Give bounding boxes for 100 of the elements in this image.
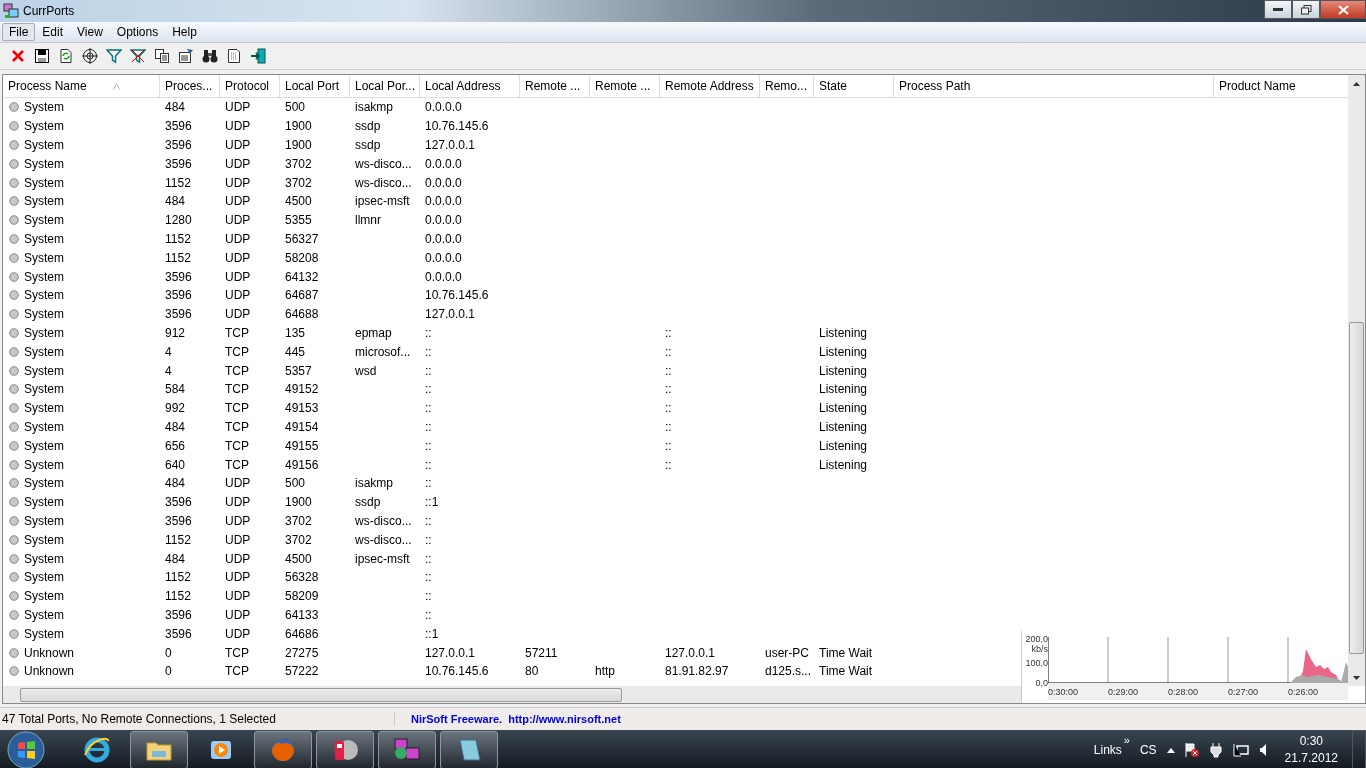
table-cell: System <box>24 401 64 416</box>
menu-item[interactable]: View <box>70 23 110 41</box>
table-cell: 49154 <box>285 419 319 434</box>
menu-item[interactable]: Help <box>165 23 204 41</box>
column-header[interactable]: Local Port <box>280 75 350 97</box>
table-cell: UDP <box>225 156 251 171</box>
table-cell: ws-disco... <box>355 513 412 528</box>
table-cell: 0.0.0.0 <box>425 213 462 228</box>
table-cell: http <box>595 664 615 679</box>
table-cell: 4 <box>165 363 172 378</box>
table-cell: 81.91.82.97 <box>665 664 729 679</box>
column-header[interactable]: Local Por... <box>350 75 420 97</box>
clock-date[interactable]: 21.7.2012 <box>1284 750 1338 767</box>
links-toolbar[interactable]: Links <box>1093 743 1122 757</box>
column-header[interactable]: Remote ... <box>520 75 590 97</box>
column-header[interactable]: Protocol <box>220 75 280 97</box>
table-cell: 10.76.145.6 <box>425 664 489 679</box>
table-cell: 3596 <box>165 288 192 303</box>
table-cell: 5357 <box>285 363 312 378</box>
table-cell: 10.76.145.6 <box>425 119 489 134</box>
column-header[interactable]: Remote ... <box>590 75 660 97</box>
table-cell: 4500 <box>285 551 312 566</box>
table-cell: ws-disco... <box>355 532 412 547</box>
table-cell: Unknown <box>24 664 75 679</box>
table-cell: System <box>24 570 64 585</box>
table-cell: UDP <box>225 513 251 528</box>
table-cell: System <box>24 231 64 246</box>
table-cell: ws-disco... <box>355 175 412 190</box>
table-cell: 1152 <box>165 570 191 585</box>
table-cell: 3702 <box>285 513 312 528</box>
table-cell: TCP <box>225 363 249 378</box>
table-cell: :: <box>665 344 672 359</box>
menu-item[interactable]: Edit <box>35 23 71 41</box>
column-header[interactable]: State <box>814 75 894 97</box>
table-cell: UDP <box>225 532 251 547</box>
table-cell: UDP <box>225 288 251 303</box>
table-cell: Listening <box>819 363 868 378</box>
table-cell: System <box>24 363 64 378</box>
column-header[interactable]: Local Address <box>420 75 520 97</box>
table-cell: 3702 <box>285 175 312 190</box>
table-cell: System <box>24 194 64 209</box>
clock-time[interactable]: 0:30 <box>1299 733 1323 750</box>
table-cell: :: <box>665 419 672 434</box>
axis-label: 0:28:00 <box>1168 686 1200 697</box>
table-cell: :: <box>425 325 432 340</box>
table-cell: 64687 <box>285 288 319 303</box>
table-cell: :: <box>425 570 432 585</box>
table-cell: 3596 <box>165 119 192 134</box>
table-cell: Listening <box>819 419 868 434</box>
axis-label: 0:30:00 <box>1048 686 1080 697</box>
axis-label: 0,0 <box>1035 678 1048 688</box>
table-cell: 27275 <box>285 645 319 660</box>
table-cell: 0.0.0.0 <box>425 156 462 171</box>
language-indicator[interactable]: CS <box>1139 743 1157 757</box>
table-cell: user-PC <box>765 645 809 660</box>
table-cell: 1900 <box>285 119 312 134</box>
table-cell: :: <box>425 476 432 491</box>
table-cell: 1152 <box>165 589 191 604</box>
table-cell: 3596 <box>165 307 192 322</box>
menu-item[interactable]: Options <box>109 23 166 41</box>
window-title: CurrPorts <box>23 4 75 18</box>
menu-item[interactable]: File <box>2 23 36 41</box>
table-cell: 3596 <box>165 138 192 152</box>
column-header[interactable]: Remote Address <box>660 75 760 97</box>
column-header[interactable]: Proces... <box>160 75 220 97</box>
table-cell: UDP <box>225 476 251 491</box>
credit-link[interactable]: NirSoft Freeware. http://www.nirsoft.net <box>395 713 621 725</box>
table-cell: 0.0.0.0 <box>425 269 462 284</box>
table-cell: 1152 <box>165 532 191 547</box>
table-cell: 0.0.0.0 <box>425 100 462 115</box>
table-cell: UDP <box>225 551 251 566</box>
table-cell: 3596 <box>165 269 192 284</box>
table-cell: :: <box>665 325 672 340</box>
table-cell: :: <box>425 382 432 397</box>
table-cell: UDP <box>225 589 251 604</box>
column-header[interactable]: Process Path <box>894 75 1214 97</box>
table-cell: :: <box>665 457 672 472</box>
table-cell: :: <box>425 438 432 453</box>
toolbar-chevron[interactable]: » <box>1123 734 1130 746</box>
table-cell: 484 <box>165 419 186 434</box>
table-cell: 1900 <box>285 495 312 510</box>
table-cell: 4 <box>165 344 172 359</box>
table-cell: ssdp <box>355 119 381 134</box>
table-cell: TCP <box>225 382 249 397</box>
table-cell: 484 <box>165 194 186 209</box>
table-cell: 912 <box>165 325 186 340</box>
table-cell: TCP <box>225 664 249 679</box>
table-cell: UDP <box>225 307 251 322</box>
table-cell: 3596 <box>165 156 192 171</box>
table-cell: System <box>24 607 64 622</box>
table-cell: System <box>24 100 64 115</box>
table-cell: Time Wait <box>819 645 873 660</box>
table-cell: Time Wait <box>819 664 873 679</box>
table-cell: 656 <box>165 438 186 453</box>
table-cell: UDP <box>225 626 251 641</box>
table-cell: :: <box>425 363 432 378</box>
table-cell: System <box>24 344 64 359</box>
column-header[interactable]: Remo... <box>760 75 814 97</box>
table-cell: System <box>24 307 64 322</box>
column-header[interactable]: Process Name <box>3 75 160 97</box>
